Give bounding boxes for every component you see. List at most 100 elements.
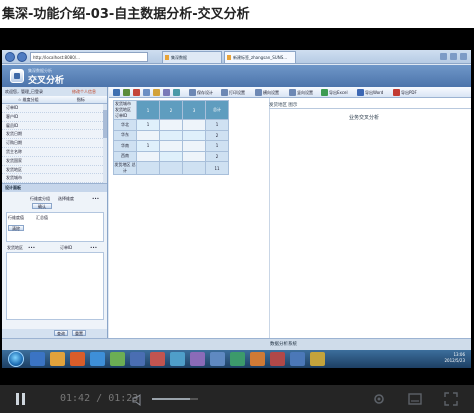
refresh-icon[interactable] (123, 89, 130, 96)
back-icon[interactable] (5, 52, 15, 62)
app-icon[interactable] (110, 352, 125, 366)
user-profile-link[interactable]: 修改个人信息 (72, 87, 96, 96)
column-header[interactable]: 2 (159, 100, 183, 120)
home-icon[interactable] (440, 53, 447, 60)
column-header[interactable]: 1 (136, 100, 160, 120)
tab-measures[interactable]: 指标 (55, 96, 108, 103)
excel-icon[interactable] (321, 89, 328, 96)
analysis-toolbar: 保存设计 打印设置 横向设置 竖向设置 导出Excel 导出Word 导出PDF (109, 87, 471, 98)
panel-tabs: ☆ 维度分组 指标 (2, 96, 107, 104)
app-icon[interactable] (210, 352, 225, 366)
app-icon[interactable] (250, 352, 265, 366)
folder-icon[interactable] (50, 352, 65, 366)
table-cell: 1 (136, 119, 160, 131)
chart-icon[interactable] (143, 89, 150, 96)
tree-item[interactable]: 订购日期 (2, 139, 107, 148)
star-icon[interactable] (450, 53, 457, 60)
tree-item[interactable]: 雇员ID (2, 122, 107, 131)
table-cell (136, 129, 160, 141)
more-button-2[interactable]: ••• (28, 245, 35, 250)
reset-button[interactable]: 重置 (72, 330, 86, 336)
time-separator: / (96, 393, 103, 404)
volume-slider[interactable] (152, 398, 198, 400)
row-total-cell: 2 (205, 129, 229, 141)
save-icon[interactable] (113, 89, 120, 96)
query-button[interactable]: 查询 (54, 330, 68, 336)
row-value-label: 行维度值 (8, 215, 24, 220)
address-bar[interactable]: http://localhost:8080/... (30, 52, 148, 62)
delete-icon[interactable] (133, 89, 140, 96)
tree-item[interactable]: 发货地区 (2, 166, 107, 175)
app-icon[interactable] (270, 352, 285, 366)
design-panel-title: 设计面板 (2, 184, 107, 192)
table-cell (159, 150, 183, 162)
landscape-icon[interactable] (255, 89, 262, 96)
app-icon[interactable] (230, 352, 245, 366)
filter-icon[interactable] (153, 89, 160, 96)
tree-item[interactable]: 货主名称 (2, 148, 107, 157)
tree-scrollbar[interactable] (103, 104, 107, 183)
firefox-icon[interactable] (70, 352, 85, 366)
measure-drop-zone[interactable] (6, 252, 104, 320)
column-header[interactable]: 3 (182, 100, 206, 120)
column-header-total[interactable]: 总计 (205, 100, 229, 120)
order-field: 订单ID (60, 245, 73, 250)
export-pdf-button[interactable]: 导出PDF (401, 87, 417, 98)
app-icon[interactable] (190, 352, 205, 366)
volume-icon[interactable] (132, 394, 146, 406)
gear-icon[interactable] (460, 53, 467, 60)
table-icon[interactable] (173, 89, 180, 96)
more-button-3[interactable]: ••• (90, 245, 97, 250)
total-cell (159, 161, 183, 175)
pdf-icon[interactable] (393, 89, 400, 96)
save-design-button[interactable]: 保存设计 (197, 87, 213, 98)
app-icon[interactable] (170, 352, 185, 366)
print-icon[interactable] (221, 89, 228, 96)
app-logo-icon (10, 69, 24, 83)
browser-tab-2[interactable]: 新建标签_zhangsan_SUNS... (224, 51, 296, 63)
tree-item[interactable]: 发货日期 (2, 130, 107, 140)
app-icon[interactable] (290, 352, 305, 366)
row-header[interactable]: 西南 (113, 150, 137, 162)
export-word-button[interactable]: 导出Word (365, 87, 383, 98)
export-excel-button[interactable]: 导出Excel (329, 87, 348, 98)
explorer-icon[interactable] (30, 352, 45, 366)
row-total-cell: 2 (205, 150, 229, 162)
browser-tab-1[interactable]: 集深数据 (162, 51, 222, 63)
more-button-1[interactable]: ••• (92, 196, 99, 201)
portrait-button[interactable]: 竖向设置 (297, 87, 313, 98)
tree-item[interactable]: 发货城市 (2, 174, 107, 183)
portrait-icon[interactable] (289, 89, 296, 96)
subtitles-icon[interactable] (408, 392, 422, 406)
app-icon[interactable] (310, 352, 325, 366)
tree-item[interactable]: 客户ID (2, 113, 107, 122)
fullscreen-icon[interactable] (444, 392, 458, 406)
table-row: 西南 2 (113, 150, 229, 162)
tree-item[interactable]: 发货国家 (2, 157, 107, 166)
clear-button[interactable]: 清除 (8, 225, 24, 231)
status-text: 数据分析系统 (270, 342, 297, 347)
total-row-header[interactable]: 发货地区 总计 (113, 161, 137, 175)
recorded-screen: http://localhost:8080/... 集深数据 新建标签_zhan… (2, 50, 471, 350)
landscape-button[interactable]: 横向设置 (263, 87, 279, 98)
pause-icon[interactable] (14, 392, 28, 406)
word-icon[interactable] (357, 89, 364, 96)
sort-icon[interactable] (163, 89, 170, 96)
row-header[interactable]: 华北 (113, 119, 137, 131)
row-header[interactable]: 华南 (113, 140, 137, 152)
row-header[interactable]: 华东 (113, 129, 137, 141)
time-display: 01:42 / 01:23 (60, 385, 138, 413)
tree-item[interactable]: 订单ID (2, 104, 107, 113)
app-icon[interactable] (130, 352, 145, 366)
tab-dimensions[interactable]: ☆ 维度分组 (2, 96, 55, 103)
design-panel: 行维度分组 选择维度 ••• 确认 行维度值 汇总值 清除 发货地区 ••• 订… (2, 192, 107, 332)
print-settings-button[interactable]: 打印设置 (229, 87, 245, 98)
start-button-icon[interactable] (8, 351, 24, 367)
volume-level (152, 398, 190, 400)
confirm-button[interactable]: 确认 (32, 203, 52, 209)
forward-icon[interactable] (17, 52, 27, 62)
app-icon[interactable] (150, 352, 165, 366)
settings-icon[interactable] (372, 392, 386, 406)
ie-icon[interactable] (90, 352, 105, 366)
save-design-icon[interactable] (189, 89, 196, 96)
